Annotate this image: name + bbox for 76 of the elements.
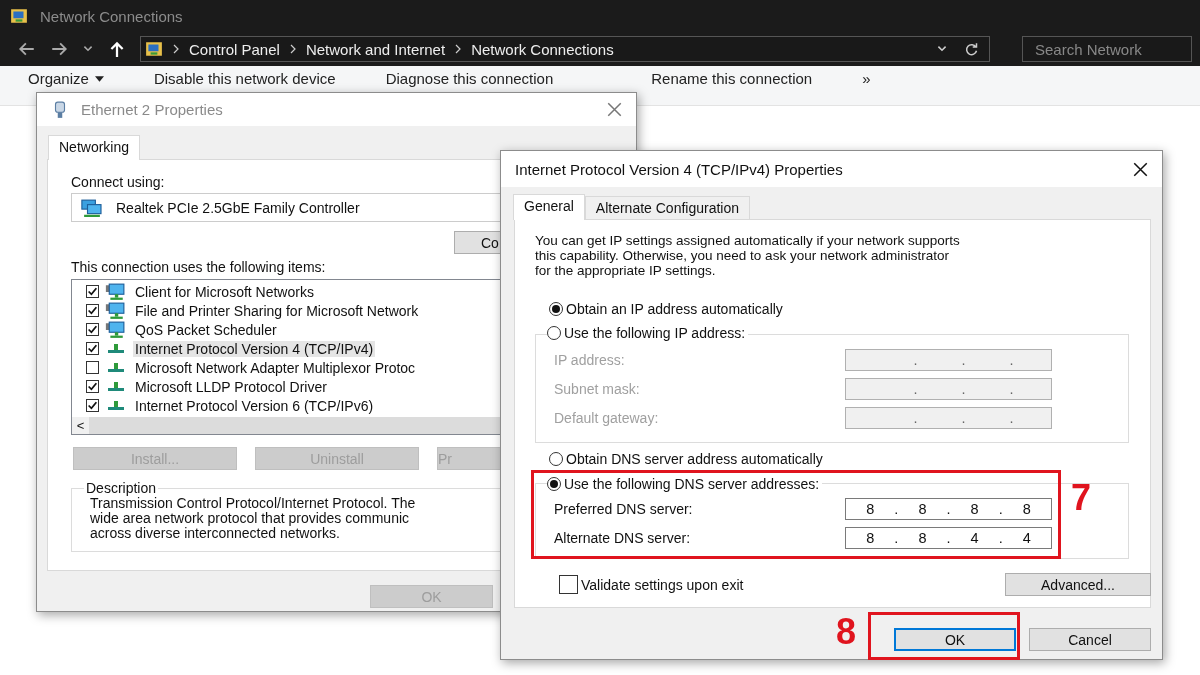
chevron-right-icon	[289, 44, 296, 54]
network-icon	[107, 401, 125, 410]
list-item[interactable]: Microsoft Network Adapter Multiplexor Protoc	[133, 359, 418, 376]
radio-label[interactable]: Obtain an IP address automatically	[566, 301, 783, 317]
checkbox[interactable]	[86, 361, 99, 374]
network-icon	[107, 382, 125, 391]
group-label: Description	[85, 480, 158, 496]
command-button[interactable]: Diagnose this connection	[385, 70, 554, 87]
radio-button[interactable]	[547, 477, 561, 491]
dialog-title: Ethernet 2 Properties	[81, 101, 223, 118]
field-label: Preferred DNS server:	[554, 500, 694, 517]
checkbox[interactable]	[86, 399, 99, 412]
list-item[interactable]: QoS Packet Scheduler	[133, 321, 279, 338]
chevron-right-icon	[455, 44, 462, 54]
monitor-network-icon	[105, 282, 127, 301]
list-item[interactable]: Microsoft LLDP Protocol Driver	[133, 378, 329, 395]
command-button[interactable]: Organize	[28, 70, 104, 87]
network-icon	[107, 344, 125, 353]
list-label: This connection uses the following items:	[71, 259, 326, 275]
tab[interactable]: Alternate Configuration	[584, 196, 750, 219]
field-label: Alternate DNS server:	[554, 529, 692, 546]
radio-label[interactable]: Use the following DNS server addresses:	[564, 476, 820, 492]
intro-text: You can get IP settings assigned automatically if your network supports this capability. Otherwise, you need to ask your network administrator for the appropriate IP settings.	[535, 233, 960, 278]
radio-button[interactable]	[549, 302, 563, 316]
dialog-title: Internet Protocol Version 4 (TCP/IPv4) Properties	[515, 160, 843, 178]
field-label: Connect using:	[71, 174, 165, 190]
network-folder-icon	[10, 7, 28, 25]
checkbox-label[interactable]: Validate settings upon exit	[581, 576, 744, 593]
monitor-network-icon	[105, 301, 127, 320]
checkbox[interactable]	[86, 380, 99, 393]
radio-label[interactable]: Use the following IP address:	[564, 325, 746, 341]
command-button[interactable]: Disable this network device	[153, 70, 336, 87]
forward-arrow-icon[interactable]	[50, 40, 68, 58]
step-number: 8	[836, 612, 857, 652]
back-arrow-icon[interactable]	[18, 40, 36, 58]
checkbox[interactable]	[559, 575, 578, 594]
window-title: Network Connections	[40, 7, 183, 25]
up-arrow-icon[interactable]	[108, 40, 126, 58]
monitor-network-icon	[105, 320, 127, 339]
field-label: Subnet mask:	[554, 380, 641, 397]
advanced-button[interactable]: Advanced...	[1005, 573, 1151, 596]
dialog-button[interactable]: Cancel	[1029, 628, 1151, 651]
list-item[interactable]: Client for Microsoft Networks	[133, 283, 316, 300]
ip-address-field[interactable]: 8 . 8 . 8 . 8	[845, 497, 1052, 520]
radio-button[interactable]	[549, 452, 563, 466]
ip-address-field[interactable]: 8 . 8 . 4 . 4	[845, 526, 1052, 549]
breadcrumb[interactable]: Control Panel	[189, 40, 280, 58]
breadcrumb[interactable]: Network Connections	[471, 40, 614, 58]
network-folder-icon	[145, 40, 163, 58]
list-item[interactable]: File and Printer Sharing for Microsoft Network	[133, 302, 421, 319]
tab[interactable]: General	[513, 194, 585, 220]
checkbox[interactable]	[86, 323, 99, 336]
list-item[interactable]: Internet Protocol Version 6 (TCP/IPv6)	[133, 397, 376, 414]
close-icon[interactable]	[1133, 161, 1148, 177]
field-label: IP address:	[554, 351, 626, 368]
command-button[interactable]: »	[862, 70, 871, 87]
dialog-button[interactable]: OK	[894, 628, 1016, 651]
breadcrumb[interactable]: Network and Internet	[305, 40, 446, 58]
description-text: Transmission Control Protocol/Internet Protocol. The wide area network protocol that provides communic across diverse interconnected networks.	[90, 496, 416, 541]
network-icon	[107, 363, 125, 372]
monitor-network-icon	[80, 198, 104, 217]
radio-label[interactable]: Obtain DNS server address automatically	[566, 451, 823, 467]
checkbox[interactable]	[86, 342, 99, 355]
command-button[interactable]: Rename this connection	[651, 70, 813, 87]
radio-button[interactable]	[547, 326, 561, 340]
checkbox[interactable]	[86, 285, 99, 298]
caret-icon	[94, 75, 104, 82]
tab[interactable]: Networking	[48, 135, 141, 160]
list-item[interactable]: Internet Protocol Version 4 (TCP/IPv4)	[133, 340, 376, 357]
checkbox[interactable]	[86, 304, 99, 317]
refresh-icon[interactable]	[964, 41, 979, 57]
step-number: 7	[1071, 478, 1092, 518]
address-bar[interactable]: Control Panel Network and Internet Network Connections	[140, 36, 990, 62]
chevron-right-icon	[173, 44, 179, 54]
search-field[interactable]: Search Network	[1022, 36, 1192, 62]
scroll-left-button[interactable]: <	[72, 417, 89, 434]
